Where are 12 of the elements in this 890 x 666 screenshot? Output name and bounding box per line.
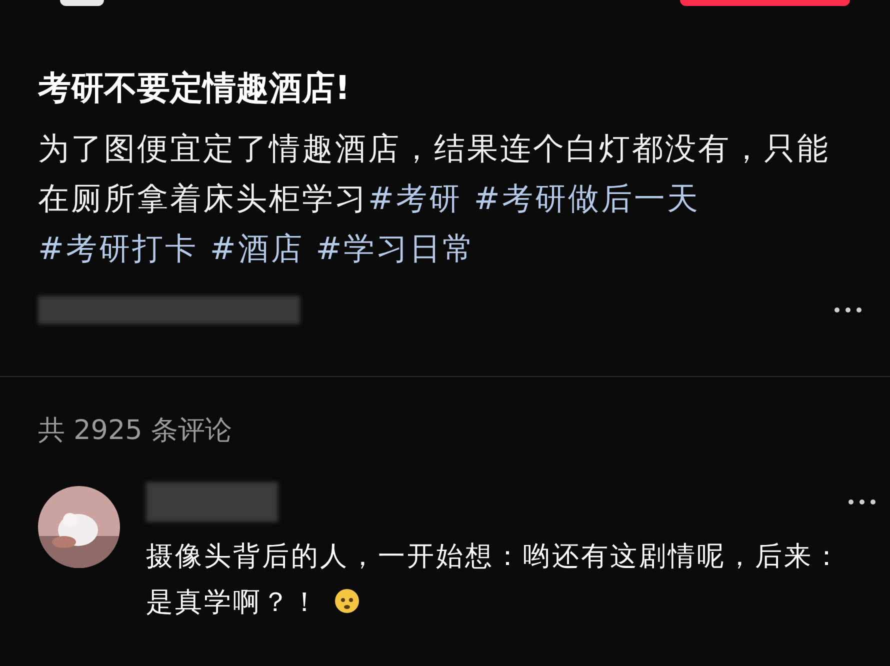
avatar-edge <box>60 0 104 6</box>
hashtag-link[interactable]: #考研 <box>368 181 462 217</box>
comment-count: 共 2925 条评论 <box>38 414 233 448</box>
hashtag-link[interactable]: #学习日常 <box>316 231 476 267</box>
more-icon[interactable] <box>834 307 862 313</box>
hashtag-link[interactable]: #酒店 <box>210 231 304 267</box>
more-icon[interactable] <box>848 498 876 504</box>
post-title: 考研不要定情趣酒店! <box>38 68 352 108</box>
comment-text: 摄像头背后的人，一开始想：哟还有这剧情呢，后来：是真学啊？！ <box>146 540 843 620</box>
post-text: 为了图便宜定了情趣酒店，结果连个白灯都没有，只能在厕所拿着床头柜学习#考研 #考研做后一天 #考研打卡 #酒店 #学习日常 <box>38 130 831 269</box>
hashtag-link[interactable]: #考研做后一天 <box>474 181 700 217</box>
hashtag-link[interactable]: #考研打卡 <box>38 231 198 267</box>
